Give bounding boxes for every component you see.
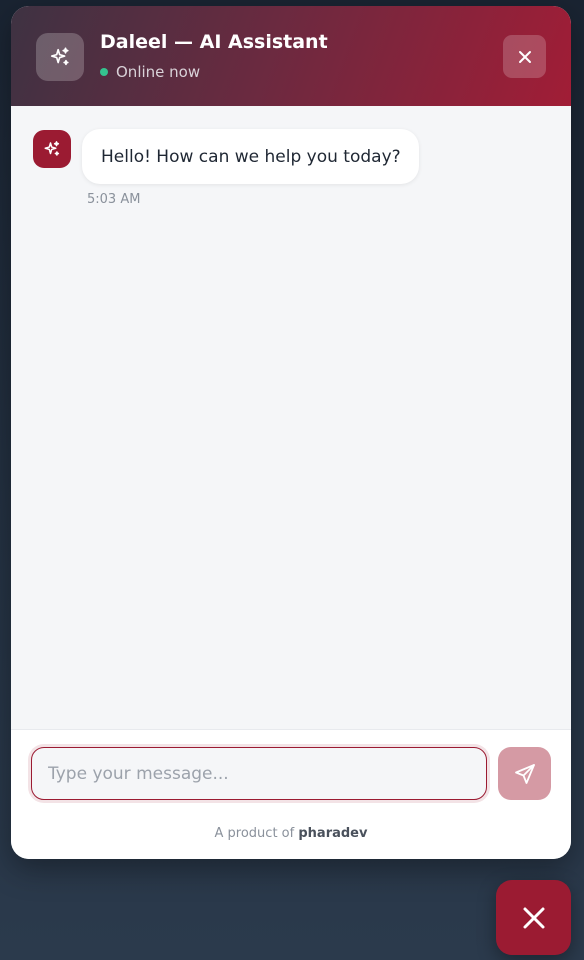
- close-icon: [523, 907, 544, 928]
- close-icon: [518, 50, 531, 63]
- message-input[interactable]: [31, 747, 487, 800]
- message-composer: A product of pharadev: [11, 729, 571, 859]
- footer-prefix: A product of: [214, 826, 295, 841]
- send-icon: [514, 763, 535, 784]
- assistant-avatar: [36, 33, 84, 81]
- send-button[interactable]: [498, 747, 551, 800]
- bot-message-bubble: Hello! How can we help you today?: [82, 129, 419, 184]
- sparkles-icon: [50, 47, 69, 66]
- footer-credit: A product of pharadev: [11, 826, 571, 841]
- sparkles-icon: [44, 141, 60, 156]
- message-list: Hello! How can we help you today? 5:03 A…: [11, 106, 571, 729]
- online-status: Online now: [100, 63, 200, 81]
- footer-brand: pharadev: [298, 826, 368, 841]
- close-chat-button[interactable]: [503, 35, 546, 78]
- bot-avatar: [33, 130, 71, 168]
- assistant-title: Daleel — AI Assistant: [100, 31, 328, 53]
- launcher-close-button[interactable]: [496, 880, 571, 955]
- chat-window: Daleel — AI Assistant Online now Hello! …: [11, 6, 571, 859]
- message-timestamp: 5:03 AM: [87, 192, 141, 207]
- online-status-dot: [100, 68, 108, 76]
- online-status-label: Online now: [116, 63, 201, 81]
- chat-header: Daleel — AI Assistant Online now: [11, 6, 571, 106]
